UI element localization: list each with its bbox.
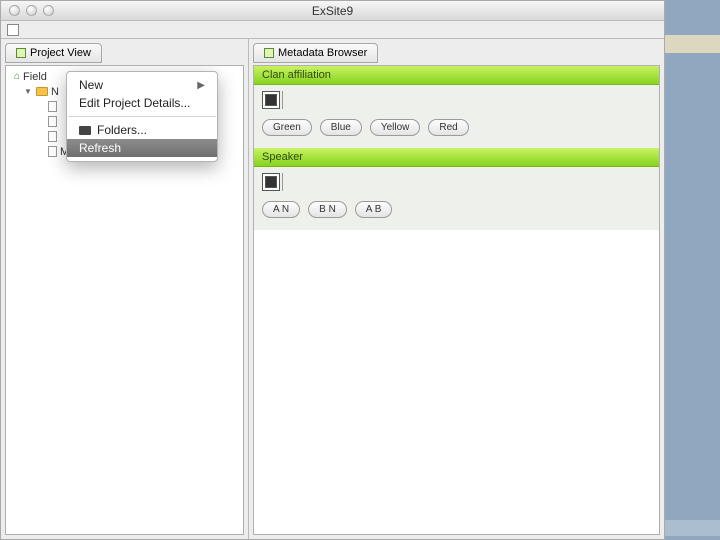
tag-pill[interactable]: B N — [308, 201, 347, 218]
tag-pill[interactable]: Green — [262, 119, 312, 136]
project-tree-body: ⌂ Field ▼ N — [5, 65, 244, 535]
disclosure-icon[interactable]: ▼ — [24, 87, 33, 96]
tag-pill[interactable]: Yellow — [370, 119, 421, 136]
tag-pill[interactable]: A N — [262, 201, 300, 218]
tag-stack-icon — [262, 91, 280, 109]
tab-project-view-icon — [16, 48, 26, 58]
metadata-section: Clan affiliation Green Blue Yellow Red — [254, 66, 659, 148]
tab-metadata-browser[interactable]: Metadata Browser — [253, 43, 378, 63]
right-tab-row: Metadata Browser — [253, 43, 660, 65]
main-content: Project View ⌂ Field ▼ N — [1, 39, 664, 539]
file-icon — [48, 131, 57, 142]
application-window: ExSite9 Project View ⌂ Field ▼ — [0, 0, 665, 540]
file-icon — [48, 146, 57, 157]
context-menu: New ▶ Edit Project Details... Folders... — [66, 71, 218, 162]
folder-icon — [79, 126, 91, 135]
file-icon — [48, 116, 57, 127]
menu-separator — [68, 116, 216, 117]
tag-pill[interactable]: Blue — [320, 119, 362, 136]
submenu-arrow-icon: ▶ — [197, 80, 205, 91]
menu-item-edit-details-label: Edit Project Details... — [79, 96, 190, 110]
tag-pill[interactable]: Red — [428, 119, 468, 136]
menu-item-new-label: New — [79, 78, 103, 92]
menu-item-folders-label: Folders... — [97, 123, 147, 137]
left-tab-row: Project View — [5, 43, 244, 65]
home-icon: ⌂ — [14, 71, 20, 82]
section-body-speaker: A N B N A B — [254, 167, 659, 230]
menu-item-refresh[interactable]: Refresh — [67, 139, 217, 157]
tag-row: Green Blue Yellow Red — [262, 119, 651, 136]
toolbar-button[interactable] — [7, 24, 19, 36]
metadata-browser-pane: Metadata Browser Clan affiliation Green … — [249, 39, 664, 539]
menu-item-edit-details[interactable]: Edit Project Details... — [67, 94, 217, 112]
backdrop-strip — [665, 35, 720, 53]
tab-metadata-browser-icon — [264, 48, 274, 58]
tag-drop-bar[interactable] — [262, 173, 651, 191]
tag-stack-icon — [262, 173, 280, 191]
tag-caret-divider — [282, 173, 283, 191]
metadata-section: Speaker A N B N A B — [254, 148, 659, 230]
tag-drop-bar[interactable] — [262, 91, 651, 109]
folder-icon — [36, 87, 48, 96]
menu-item-new[interactable]: New ▶ — [67, 76, 217, 94]
window-titlebar: ExSite9 — [1, 1, 664, 21]
tab-metadata-browser-label: Metadata Browser — [278, 47, 367, 59]
tag-row: A N B N A B — [262, 201, 651, 218]
section-header-clan: Clan affiliation — [254, 66, 659, 85]
file-icon — [48, 101, 57, 112]
tag-caret-divider — [282, 91, 283, 109]
metadata-body: Clan affiliation Green Blue Yellow Red — [253, 65, 660, 535]
tag-pill[interactable]: A B — [355, 201, 393, 218]
presentation-backdrop — [665, 0, 720, 540]
tree-folder-label: N — [51, 86, 59, 98]
backdrop-strip-bottom — [665, 520, 720, 536]
section-body-clan: Green Blue Yellow Red — [254, 85, 659, 148]
project-view-pane: Project View ⌂ Field ▼ N — [1, 39, 249, 539]
tab-project-view-label: Project View — [30, 47, 91, 59]
menu-item-refresh-label: Refresh — [79, 141, 121, 155]
tree-root-label: Field — [23, 71, 47, 83]
toolbar — [1, 21, 664, 39]
window-title: ExSite9 — [1, 4, 664, 18]
menu-item-folders[interactable]: Folders... — [67, 121, 217, 139]
section-header-speaker: Speaker — [254, 148, 659, 167]
tab-project-view[interactable]: Project View — [5, 43, 102, 63]
